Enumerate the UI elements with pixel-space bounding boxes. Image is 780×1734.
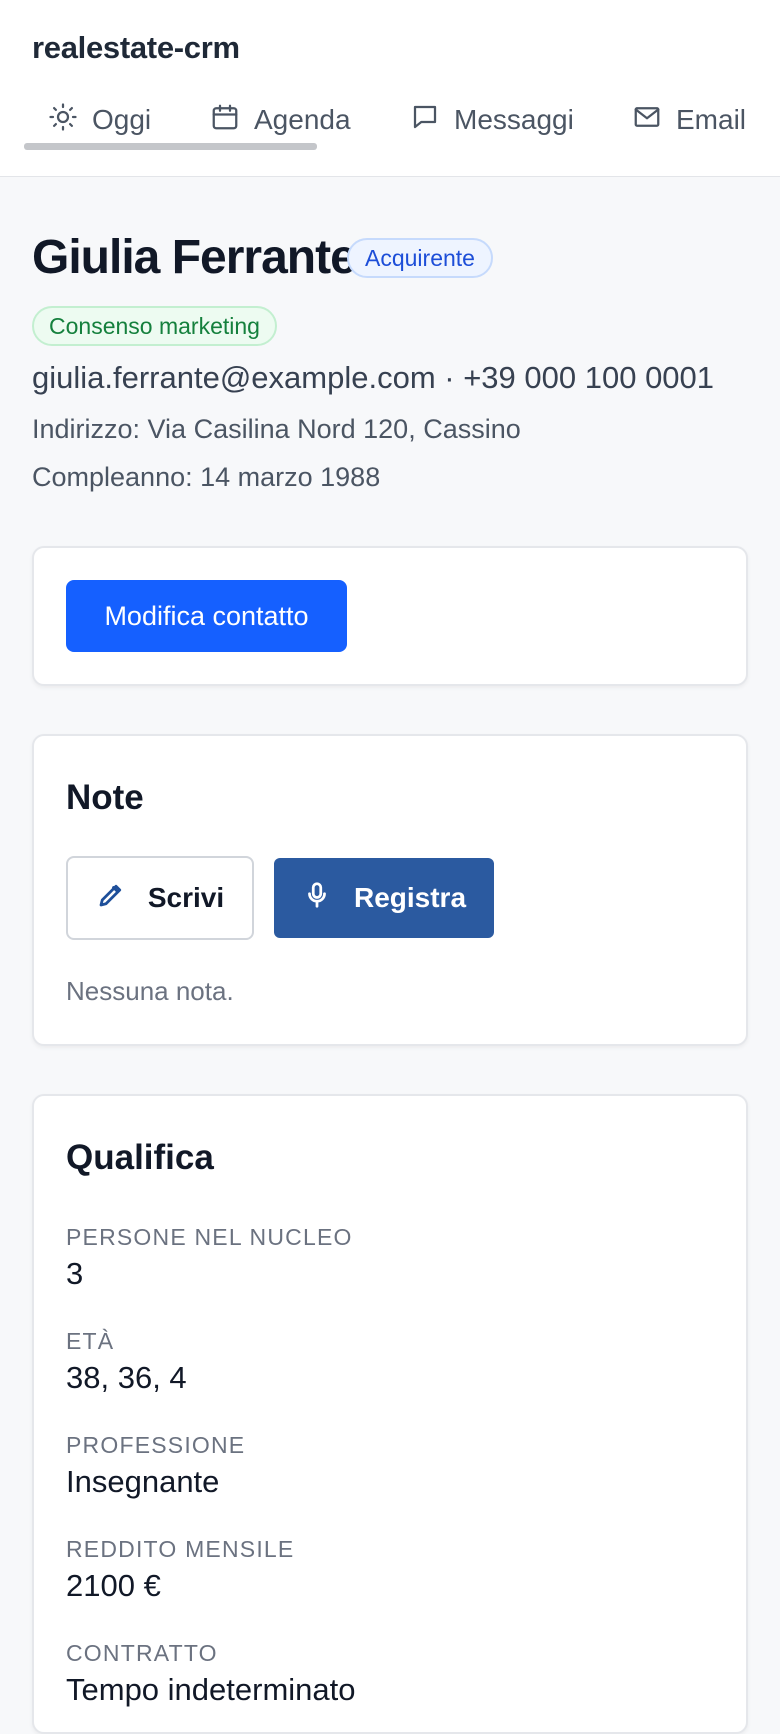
edit-contact-button[interactable]: Modifica contatto [66, 580, 347, 652]
app-title: realestate-crm [32, 30, 240, 65]
field-value-profession: Insegnante [66, 1464, 220, 1499]
field-label-income: Reddito mensile [66, 1536, 295, 1562]
main-nav: Oggi Agenda Messaggi Email [24, 98, 780, 158]
field-label-household: Persone nel nucleo [66, 1224, 353, 1250]
qualification-title: Qualifica [66, 1138, 214, 1177]
calendar-icon [210, 102, 240, 139]
field-value-household: 3 [66, 1256, 84, 1291]
actions-card: Modifica contatto [32, 546, 748, 686]
chat-icon [410, 102, 440, 139]
contact-address: Indirizzo: Via Casilina Nord 120, Cassin… [32, 414, 521, 444]
tab-label: Agenda [254, 104, 351, 135]
tab-label: Oggi [92, 104, 152, 135]
microphone-icon [302, 880, 332, 917]
mail-icon [632, 102, 662, 139]
top-bar: realestate-crm Oggi Agenda Messaggi Emai… [0, 0, 780, 177]
record-note-label: Registra [353, 882, 467, 913]
write-note-label: Scrivi [147, 882, 225, 913]
contact-birthday: Compleanno: 14 marzo 1988 [32, 462, 381, 492]
contact-name: Giulia Ferrante [32, 231, 357, 284]
field-value-ages: 38, 36, 4 [66, 1360, 187, 1395]
role-badge: Acquirente [347, 238, 493, 278]
notes-empty-state: Nessuna nota. [66, 976, 234, 1006]
tab-oggi[interactable]: Oggi [48, 98, 151, 142]
notes-card: Note Scrivi Registra Nessuna nota. [32, 734, 748, 1046]
tab-email[interactable]: Email [632, 98, 746, 142]
tab-label: Messaggi [454, 104, 574, 135]
record-note-button[interactable]: Registra [274, 858, 494, 938]
pencil-icon [96, 880, 126, 917]
field-value-income: 2100 € [66, 1568, 161, 1603]
notes-title: Note [66, 778, 144, 817]
tab-label: Email [676, 104, 747, 135]
field-label-ages: Età [66, 1328, 115, 1354]
write-note-button[interactable]: Scrivi [66, 856, 254, 940]
sun-icon [48, 102, 78, 139]
tab-messaggi[interactable]: Messaggi [410, 98, 574, 142]
qualification-card: Qualifica Persone nel nucleo 3 Età 38, 3… [32, 1094, 748, 1734]
field-value-contract: Tempo indeterminato [66, 1672, 356, 1707]
contact-email-phone: giulia.ferrante@example.com · +39 000 10… [32, 360, 715, 395]
tab-agenda[interactable]: Agenda [210, 98, 351, 142]
consent-badge: Consenso marketing [32, 306, 277, 346]
field-label-profession: Professione [66, 1432, 246, 1458]
active-tab-indicator [24, 143, 317, 150]
field-label-contract: Contratto [66, 1640, 218, 1666]
